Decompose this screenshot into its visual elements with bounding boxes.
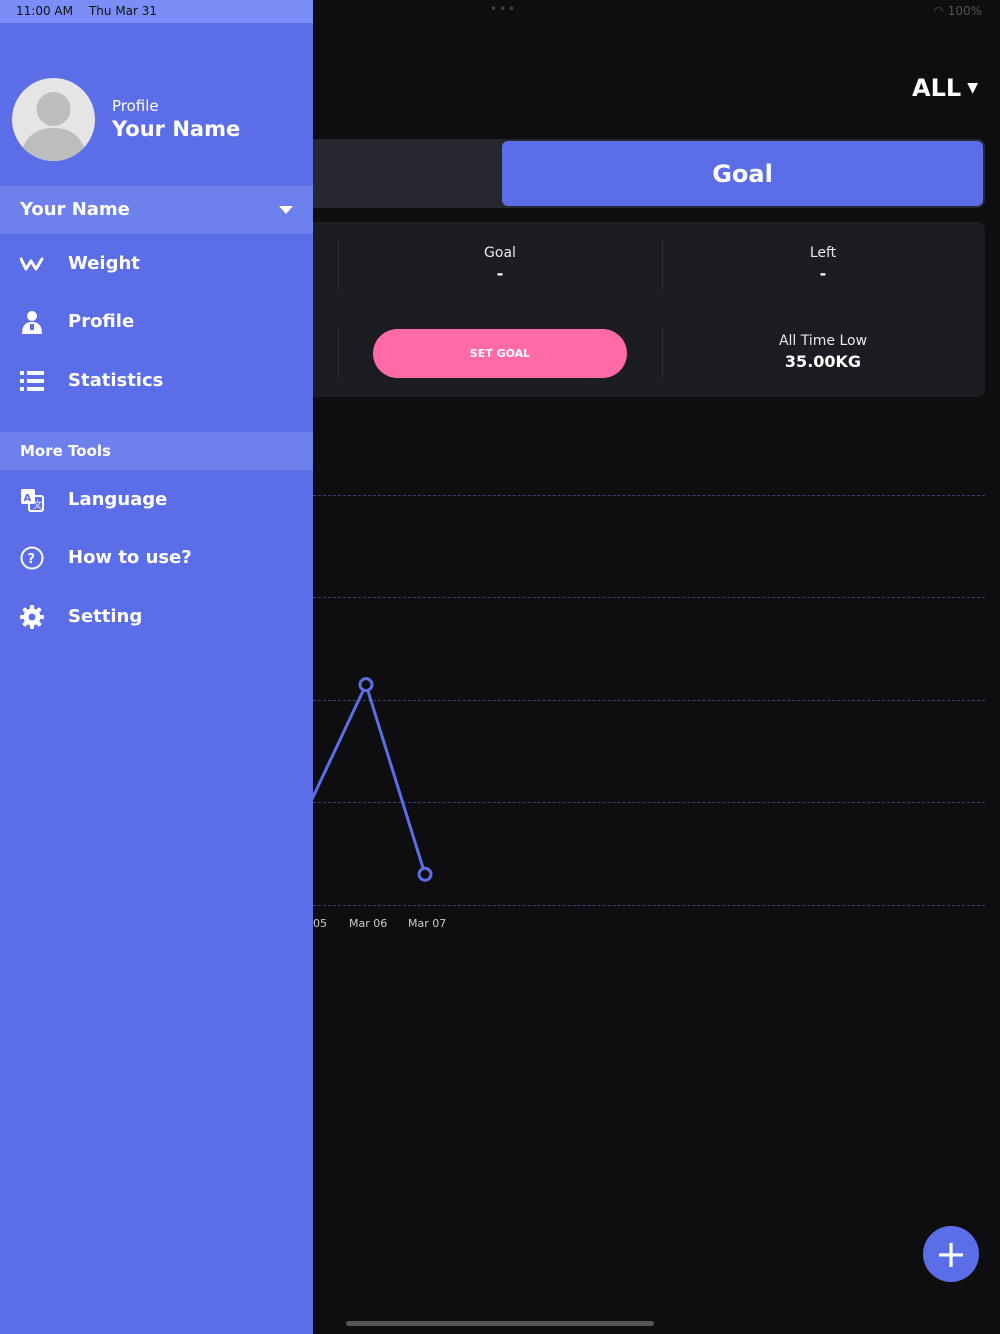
menu-item-profile[interactable]: Profile — [0, 298, 313, 346]
menu-item-label: Language — [68, 489, 168, 510]
menu-item-language[interactable]: A 文 Language — [0, 476, 313, 524]
x-tick-label: Mar 07 — [408, 917, 447, 930]
weight-wave-icon — [20, 257, 44, 271]
series-line — [306, 680, 427, 875]
add-entry-button[interactable]: + — [923, 1226, 979, 1282]
list-icon — [20, 371, 44, 391]
menu-item-label: Statistics — [68, 370, 164, 391]
plus-icon: + — [935, 1232, 967, 1276]
menu-item-label: How to use? — [68, 547, 192, 568]
status-date: Thu Mar 31 — [88, 4, 158, 18]
svg-text:A: A — [24, 493, 32, 504]
menu-item-weight[interactable]: Weight — [0, 240, 313, 288]
profile-caption: Profile — [112, 97, 159, 115]
avatar[interactable] — [12, 78, 95, 161]
svg-text:?: ? — [28, 552, 36, 567]
menu-item-statistics[interactable]: Statistics — [0, 357, 313, 405]
translate-icon: A 文 — [21, 489, 44, 512]
menu-item-label: Profile — [68, 311, 135, 332]
chevron-down-icon — [279, 206, 293, 214]
menu-item-label: Weight — [68, 253, 140, 274]
data-point[interactable] — [417, 866, 433, 882]
status-time: 11:00 AM — [16, 4, 73, 18]
gear-icon — [20, 605, 44, 629]
home-indicator[interactable] — [346, 1321, 654, 1326]
menu-item-label: Setting — [68, 606, 143, 627]
user-select-label: Your Name — [20, 199, 130, 220]
status-bar: 11:00 AM Thu Mar 31 — [0, 0, 313, 23]
svg-text:文: 文 — [33, 499, 42, 511]
person-icon — [22, 311, 42, 334]
profile-name[interactable]: Your Name — [112, 117, 240, 141]
avatar-placeholder-icon — [20, 92, 87, 161]
user-select-dropdown[interactable]: Your Name — [0, 186, 313, 234]
side-drawer: 11:00 AM Thu Mar 31 Profile Your Name You… — [0, 0, 313, 1334]
section-title: More Tools — [20, 442, 111, 460]
menu-item-setting[interactable]: Setting — [0, 593, 313, 641]
x-tick-label: 05 — [313, 917, 327, 930]
menu-item-how-to-use[interactable]: ? How to use? — [0, 534, 313, 582]
question-icon: ? — [20, 546, 44, 570]
x-tick-label: Mar 06 — [349, 917, 388, 930]
section-header-more-tools: More Tools — [0, 432, 313, 470]
data-point[interactable] — [358, 677, 374, 693]
